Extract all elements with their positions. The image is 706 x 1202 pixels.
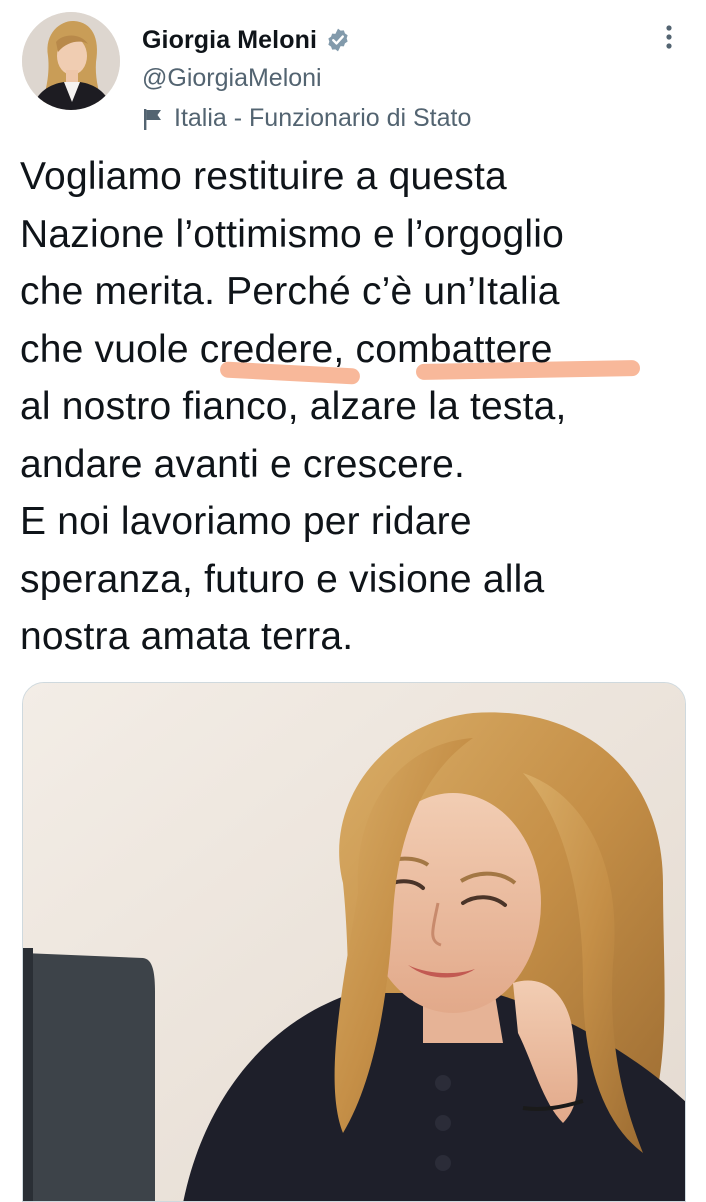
- author-affiliation-label[interactable]: Italia - Funzionario di Stato: [142, 104, 471, 133]
- tweet-text: Vogliamo restituire a questa Nazione l’o…: [20, 148, 690, 666]
- tweet-photo[interactable]: [22, 682, 686, 1202]
- author-name-row[interactable]: Giorgia Meloni: [142, 22, 351, 58]
- tweet-body: Vogliamo restituire a questa Nazione l’o…: [20, 155, 567, 658]
- more-options-button[interactable]: [652, 22, 686, 56]
- author-display-name[interactable]: Giorgia Meloni: [142, 26, 317, 55]
- author-handle[interactable]: @GiorgiaMeloni: [142, 64, 322, 93]
- more-options-icon: [665, 24, 673, 55]
- verified-badge-icon: [325, 27, 351, 53]
- author-affiliation-text: Italia - Funzionario di Stato: [174, 104, 472, 132]
- flag-icon: [142, 107, 164, 131]
- author-avatar[interactable]: [22, 12, 120, 110]
